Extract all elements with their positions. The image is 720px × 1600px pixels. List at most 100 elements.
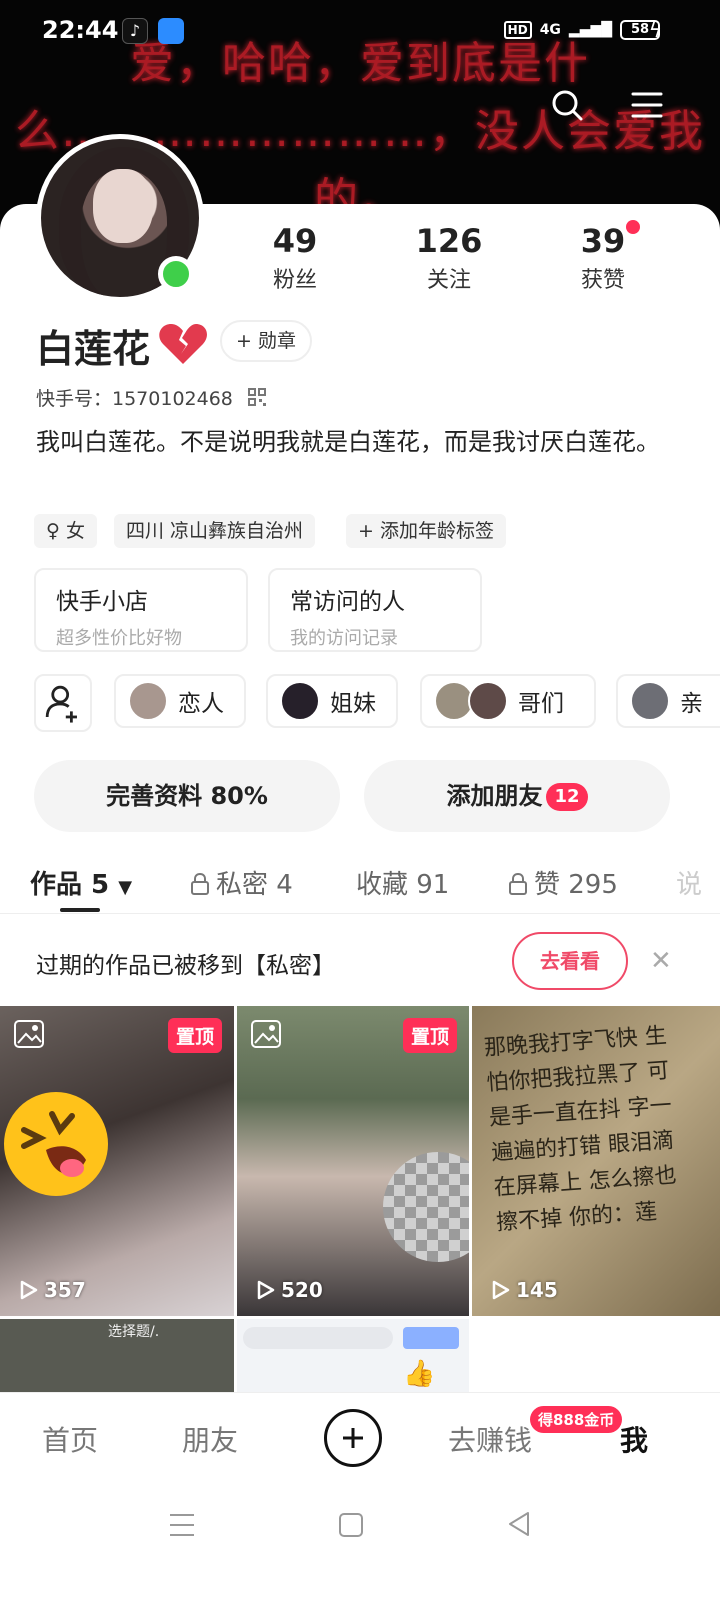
- kuaishou-shop-card[interactable]: 快手小店 超多性价比好物: [34, 568, 248, 652]
- tab-label: 说: [676, 870, 703, 900]
- tab-private[interactable]: 私密 4: [190, 864, 293, 901]
- thumbnail-caption: 选择题/.: [108, 1324, 160, 1340]
- kuaishou-id: 快手号：1570102468: [36, 388, 233, 410]
- charging-icon: ϟ: [648, 18, 662, 42]
- tab-favorites[interactable]: 收藏 91: [356, 864, 449, 901]
- relation-chip-family[interactable]: 亲: [616, 674, 720, 728]
- relation-chip-buddies[interactable]: 哥们: [420, 674, 596, 728]
- tab-liked[interactable]: 赞 295: [508, 864, 618, 901]
- chip-label: 恋人: [178, 691, 224, 717]
- menu-icon[interactable]: [630, 88, 664, 122]
- video-thumbnail[interactable]: 置顶 357: [0, 1006, 234, 1316]
- tab-label: 作品 5: [30, 870, 110, 900]
- pinned-badge: 置顶: [167, 1018, 222, 1053]
- nav-friends[interactable]: 朋友: [182, 1419, 238, 1459]
- stat-fans[interactable]: 49 粉丝: [240, 222, 350, 294]
- video-thumbnail[interactable]: 👍: [237, 1319, 469, 1393]
- stat-label: 获赞: [580, 268, 625, 293]
- recent-apps-icon[interactable]: [168, 1512, 196, 1538]
- add-friend-label: 添加朋友: [446, 782, 543, 810]
- chip-label: 姐妹: [330, 691, 376, 717]
- stat-label: 关注: [426, 268, 471, 293]
- back-icon[interactable]: [506, 1510, 532, 1538]
- nav-home[interactable]: 首页: [42, 1419, 98, 1459]
- bottom-navigation: 首页 朋友 去赚钱 我: [0, 1392, 720, 1480]
- tab-label: 收藏 91: [356, 870, 450, 900]
- mosaic-blur: [383, 1152, 469, 1262]
- status-indicators: HD 4G ▂▄▆█ 58: [503, 20, 660, 40]
- play-icon: [257, 1280, 275, 1300]
- profile-bio: 我叫白莲花。不是说明我就是白莲花，而是我讨厌白莲花。: [36, 428, 660, 456]
- play-count: 520: [257, 1278, 323, 1302]
- stat-following[interactable]: 126 关注: [394, 222, 504, 294]
- broken-heart-icon: [159, 324, 207, 364]
- tab-label: 私密 4: [216, 870, 293, 900]
- play-count-value: 520: [281, 1278, 323, 1302]
- signal-icon: ▂▄▆█: [568, 22, 612, 38]
- avatar-face: [93, 169, 153, 243]
- laughing-emoji-icon: [4, 1092, 108, 1196]
- add-friend-count: 12: [546, 783, 588, 811]
- coin-reward-badge: 得888金币: [530, 1406, 623, 1433]
- location-tag[interactable]: 四川 凉山彝族自治州: [114, 514, 316, 548]
- play-count: 145: [492, 1278, 558, 1302]
- stat-value: 49: [272, 222, 318, 260]
- status-bar: 22:44 ♪ HD 4G ▂▄▆█ 58 ϟ: [0, 0, 720, 64]
- nav-me[interactable]: 我: [620, 1419, 648, 1459]
- lock-icon: [191, 873, 209, 895]
- chip-avatar: [128, 681, 168, 721]
- play-icon: [20, 1280, 38, 1300]
- pinned-badge: 置顶: [402, 1018, 457, 1053]
- add-person-icon: [45, 685, 77, 723]
- caret-down-icon: ▼: [118, 877, 133, 898]
- add-friend-button[interactable]: 添加朋友 12: [364, 760, 670, 832]
- video-thumbnail[interactable]: 选择题/.: [0, 1319, 234, 1393]
- video-thumbnail[interactable]: 置顶 520: [237, 1006, 469, 1316]
- thumbnail-search-bar: [243, 1327, 393, 1349]
- stat-likes[interactable]: 39 获赞: [548, 222, 658, 294]
- expired-works-notice: 过期的作品已被移到【私密】 去看看 ✕: [0, 918, 720, 1006]
- chip-label: 亲: [680, 691, 703, 717]
- chip-avatar: [630, 681, 670, 721]
- network-label: 4G: [539, 22, 561, 38]
- relation-chip-lover[interactable]: 恋人: [114, 674, 246, 728]
- app-notification-icon: [158, 18, 184, 44]
- go-see-button[interactable]: 去看看: [512, 932, 628, 990]
- tab-moments[interactable]: 说: [676, 864, 702, 901]
- image-icon: [14, 1020, 44, 1048]
- gender-tag[interactable]: ♀ 女: [34, 514, 97, 548]
- stat-value: 39: [580, 222, 626, 260]
- thumbs-up-icon: 👍: [403, 1359, 436, 1389]
- video-thumbnail[interactable]: 那晚我打字飞快 生怕你把我拉黑了 可是手一直在抖 字一遍遍的打错 眼泪滴在屏幕上…: [472, 1006, 720, 1316]
- plus-icon: [343, 1428, 363, 1448]
- play-count-value: 357: [44, 1278, 86, 1302]
- qr-code-icon[interactable]: [248, 388, 266, 406]
- close-icon[interactable]: ✕: [650, 946, 672, 976]
- nav-earn[interactable]: 去赚钱: [448, 1419, 532, 1459]
- search-icon[interactable]: [550, 88, 584, 122]
- box-subtitle: 我的访问记录: [290, 628, 398, 649]
- lock-icon: [509, 873, 527, 895]
- home-icon[interactable]: [338, 1512, 364, 1538]
- handwriting-text: 那晚我打字飞快 生怕你把我拉黑了 可是手一直在抖 字一遍遍的打错 眼泪滴在屏幕上…: [483, 1023, 678, 1236]
- add-age-tag[interactable]: + 添加年龄标签: [346, 514, 506, 548]
- relation-chip-sisters[interactable]: 姐妹: [266, 674, 398, 728]
- likes-notification-dot: [626, 220, 640, 234]
- add-relation-button[interactable]: [34, 674, 92, 732]
- create-post-button[interactable]: [324, 1409, 382, 1467]
- system-navigation: [0, 1480, 720, 1600]
- online-status-dot: [158, 256, 194, 292]
- content-tabs: 作品 5 ▼ 私密 4 收藏 91 赞 295 说: [0, 850, 720, 914]
- box-title: 常访问的人: [290, 589, 405, 615]
- play-count: 357: [20, 1278, 86, 1302]
- stat-value: 126: [415, 222, 483, 260]
- box-title: 快手小店: [56, 589, 148, 615]
- chip-label: 哥们: [518, 691, 564, 717]
- complete-profile-button[interactable]: 完善资料 80%: [34, 760, 340, 832]
- frequent-visitors-card[interactable]: 常访问的人 我的访问记录: [268, 568, 482, 652]
- chip-avatar: [468, 681, 508, 721]
- tab-works[interactable]: 作品 5 ▼: [30, 864, 132, 901]
- stat-label: 粉丝: [272, 268, 317, 293]
- add-badge-button[interactable]: + 勋章: [220, 320, 312, 362]
- profile-name: 白莲花: [36, 327, 151, 371]
